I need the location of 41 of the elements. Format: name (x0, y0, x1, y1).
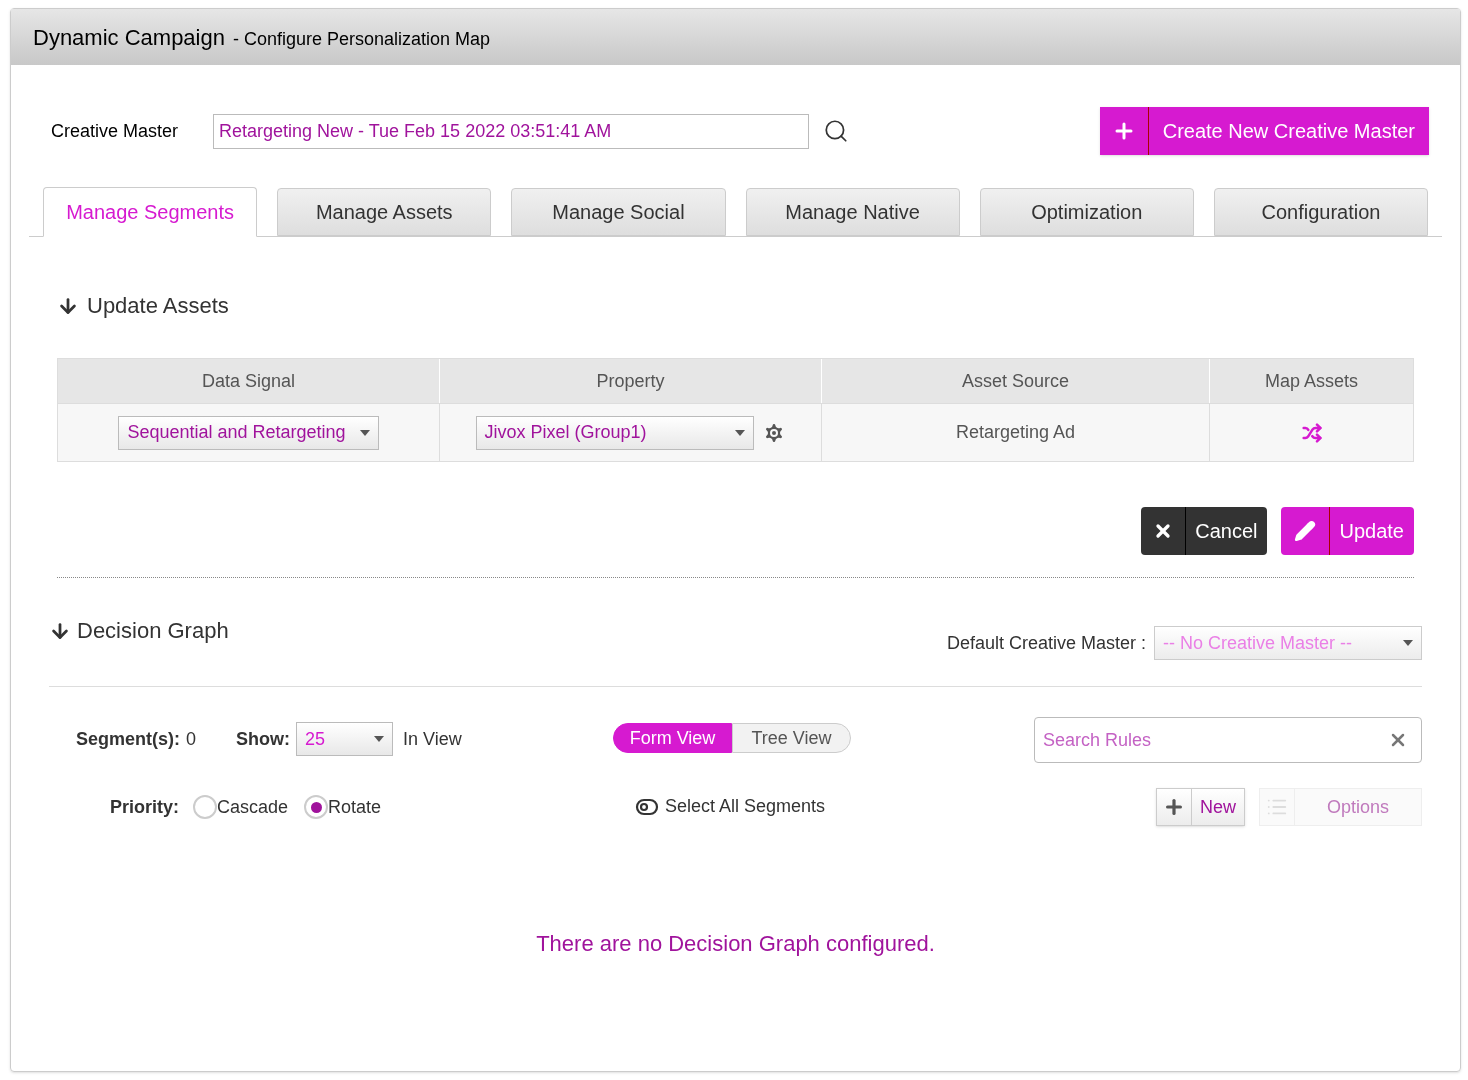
search-icon[interactable] (823, 118, 849, 144)
segments-label: Segment(s): (76, 727, 180, 751)
caret-icon (359, 429, 370, 436)
tab[interactable]: Manage Native (745, 188, 960, 236)
tab[interactable]: Manage Segments (43, 187, 258, 237)
section-heading: Decision Graph (77, 617, 229, 645)
view-toggle[interactable]: Tree View (732, 723, 851, 753)
search-rules-field[interactable]: Search Rules (1034, 717, 1422, 763)
priority-radio[interactable]: Rotate (304, 793, 382, 821)
show-label: Show: (236, 727, 291, 751)
tab[interactable]: Manage Social (511, 188, 726, 236)
cancel-button[interactable]: Cancel (1141, 507, 1267, 555)
shuffle-icon[interactable] (1301, 422, 1322, 443)
field-label: Creative Master (51, 119, 180, 143)
tab[interactable]: Manage Assets (277, 188, 492, 236)
new-button[interactable]: New (1155, 788, 1245, 826)
show-dropdown[interactable]: 25 (296, 722, 394, 756)
caret-icon (734, 429, 745, 436)
priority-label: Priority: (110, 795, 179, 819)
pencil-icon (1293, 520, 1316, 542)
window-subtitle: - Configure Personalization Map (232, 27, 491, 51)
column-header: Map Assets (1263, 369, 1359, 393)
segments-count: 0 (186, 727, 197, 751)
caret-icon (1403, 640, 1413, 646)
priority-radio[interactable]: Cascade (193, 793, 289, 821)
update-button[interactable]: Update (1280, 507, 1414, 555)
section-heading: Update Assets (87, 292, 229, 320)
caret-icon (374, 736, 385, 742)
view-toggle[interactable]: Form View (613, 723, 732, 753)
property-dropdown[interactable]: Jivox Pixel (Group1) (475, 415, 754, 450)
data-signal-dropdown[interactable]: Sequential and Retargeting (118, 415, 379, 450)
empty-message: There are no Decision Graph configured. (535, 930, 936, 958)
select-all-label[interactable]: Select All Segments (665, 793, 826, 820)
create-master-button[interactable]: Create New Creative Master (1099, 107, 1429, 155)
window-title: Dynamic Campaign (33, 23, 225, 52)
in-view-label: In View (403, 727, 462, 751)
tab[interactable]: Configuration (1213, 188, 1429, 236)
field-label: Default Creative Master : (946, 631, 1146, 655)
creative-master-field[interactable]: Retargeting New - Tue Feb 15 2022 03:51:41 AM (213, 113, 809, 149)
tab[interactable]: Optimization (979, 188, 1194, 236)
table-cell: Retargeting Ad (822, 404, 1210, 461)
